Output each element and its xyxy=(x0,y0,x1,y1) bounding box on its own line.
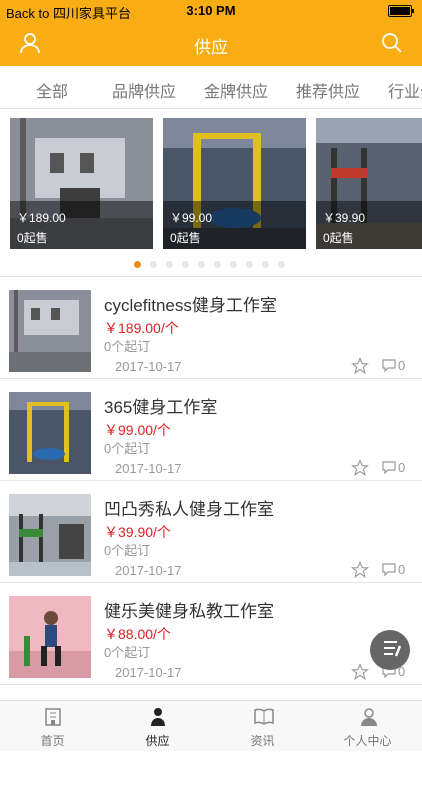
comment-icon[interactable] xyxy=(382,359,396,377)
tab-industry[interactable]: 行业分 xyxy=(388,78,422,102)
pagination-dot[interactable] xyxy=(198,261,205,268)
carousel-slide[interactable]: ￥99.00 0起售 xyxy=(163,118,306,249)
bottom-tab-label: 供应 xyxy=(145,734,170,748)
pagination-dot[interactable] xyxy=(230,261,237,268)
item-moq: 0个起订 xyxy=(104,645,151,660)
bottom-tab-supply[interactable]: 供应 xyxy=(105,701,210,751)
tab-recommended-supply[interactable]: 推荐供应 xyxy=(296,78,360,102)
battery-icon xyxy=(388,5,414,17)
item-name: 凹凸秀私人健身工作室 xyxy=(104,500,274,519)
bottom-tab-profile[interactable]: 个人中心 xyxy=(315,701,420,751)
list-item[interactable]: 凹凸秀私人健身工作室 ￥39.90/个 0个起订 2017-10-17 0 xyxy=(0,480,422,582)
news-icon xyxy=(254,707,274,730)
status-bar: Back to 四川家具平台 3:10 PM xyxy=(0,0,422,22)
star-icon[interactable] xyxy=(350,459,370,482)
pagination-dot[interactable] xyxy=(134,261,141,268)
slide-price: ￥99.00 xyxy=(170,211,213,225)
item-thumbnail xyxy=(9,392,91,474)
compose-button[interactable] xyxy=(370,630,410,670)
item-moq: 0个起订 xyxy=(104,543,151,558)
slide-moq: 0起售 xyxy=(170,231,201,245)
edit-icon xyxy=(384,641,402,657)
item-name: 365健身工作室 xyxy=(104,398,218,417)
bottom-tab-label: 个人中心 xyxy=(343,734,392,748)
carousel-slide[interactable]: ￥189.00 0起售 xyxy=(10,118,153,249)
bottom-tab-label: 资讯 xyxy=(250,734,275,748)
home-icon xyxy=(44,707,62,732)
bottom-tab-news[interactable]: 资讯 xyxy=(210,701,315,751)
comment-icon[interactable] xyxy=(382,461,396,479)
item-price: ￥189.00/个 xyxy=(104,320,179,336)
search-icon[interactable] xyxy=(380,31,404,60)
tab-all[interactable]: 全部 xyxy=(36,78,68,102)
pagination-dot[interactable] xyxy=(166,261,173,268)
comment-icon[interactable] xyxy=(382,563,396,581)
pagination-dot[interactable] xyxy=(246,261,253,268)
slide-price: ￥39.90 xyxy=(323,211,366,225)
comment-count: 0 xyxy=(398,460,406,475)
slide-moq: 0起售 xyxy=(323,231,354,245)
category-tabs: 全部 品牌供应 金牌供应 推荐供应 行业分 xyxy=(0,66,422,109)
comment-count: 0 xyxy=(398,562,406,577)
pagination-dot[interactable] xyxy=(182,261,189,268)
carousel-pagination xyxy=(0,261,422,269)
slide-moq: 0起售 xyxy=(17,231,48,245)
list-item[interactable]: 健乐美健身私教工作室 ￥88.00/个 0个起订 2017-10-17 0 xyxy=(0,582,422,684)
status-time: 3:10 PM xyxy=(186,3,236,18)
item-name: cyclefitness健身工作室 xyxy=(104,296,277,315)
star-icon[interactable] xyxy=(350,561,370,584)
pagination-dot[interactable] xyxy=(214,261,221,268)
supply-icon xyxy=(149,707,167,732)
featured-carousel: ￥189.00 0起售 ￥99.00 0起售 ￥39.90 0起售 xyxy=(0,109,422,276)
item-date: 2017-10-17 xyxy=(115,461,182,476)
page-title: 供应 xyxy=(194,38,228,57)
comment-count: 0 xyxy=(398,358,406,373)
tab-brand-supply[interactable]: 品牌供应 xyxy=(112,78,176,102)
carousel-slide[interactable]: ￥39.90 0起售 xyxy=(316,118,422,249)
pagination-dot[interactable] xyxy=(262,261,269,268)
item-date: 2017-10-17 xyxy=(115,359,182,374)
pagination-dot[interactable] xyxy=(150,261,157,268)
navbar: 供应 xyxy=(0,22,422,66)
item-date: 2017-10-17 xyxy=(115,563,182,578)
bottom-tab-bar: 首页 供应 资讯 个人中心 xyxy=(0,700,422,751)
bottom-tab-label: 首页 xyxy=(40,734,65,748)
bottom-tab-home[interactable]: 首页 xyxy=(0,701,105,751)
item-price: ￥99.00/个 xyxy=(104,422,171,438)
pagination-dot[interactable] xyxy=(278,261,285,268)
item-thumbnail xyxy=(9,596,91,678)
star-icon[interactable] xyxy=(350,663,370,686)
slide-price: ￥189.00 xyxy=(17,211,66,225)
item-thumbnail xyxy=(9,494,91,576)
item-price: ￥88.00/个 xyxy=(104,626,171,642)
tab-gold-supply[interactable]: 金牌供应 xyxy=(204,78,268,102)
item-price: ￥39.90/个 xyxy=(104,524,171,540)
star-icon[interactable] xyxy=(350,357,370,380)
item-date: 2017-10-17 xyxy=(115,665,182,680)
list-item[interactable]: 365健身工作室 ￥99.00/个 0个起订 2017-10-17 0 xyxy=(0,378,422,480)
item-thumbnail xyxy=(9,290,91,372)
list-item[interactable]: cyclefitness健身工作室 ￥189.00/个 0个起订 2017-10… xyxy=(0,276,422,378)
item-moq: 0个起订 xyxy=(104,441,151,456)
item-moq: 0个起订 xyxy=(104,339,151,354)
profile-icon xyxy=(359,707,379,732)
item-name: 健乐美健身私教工作室 xyxy=(104,602,274,621)
